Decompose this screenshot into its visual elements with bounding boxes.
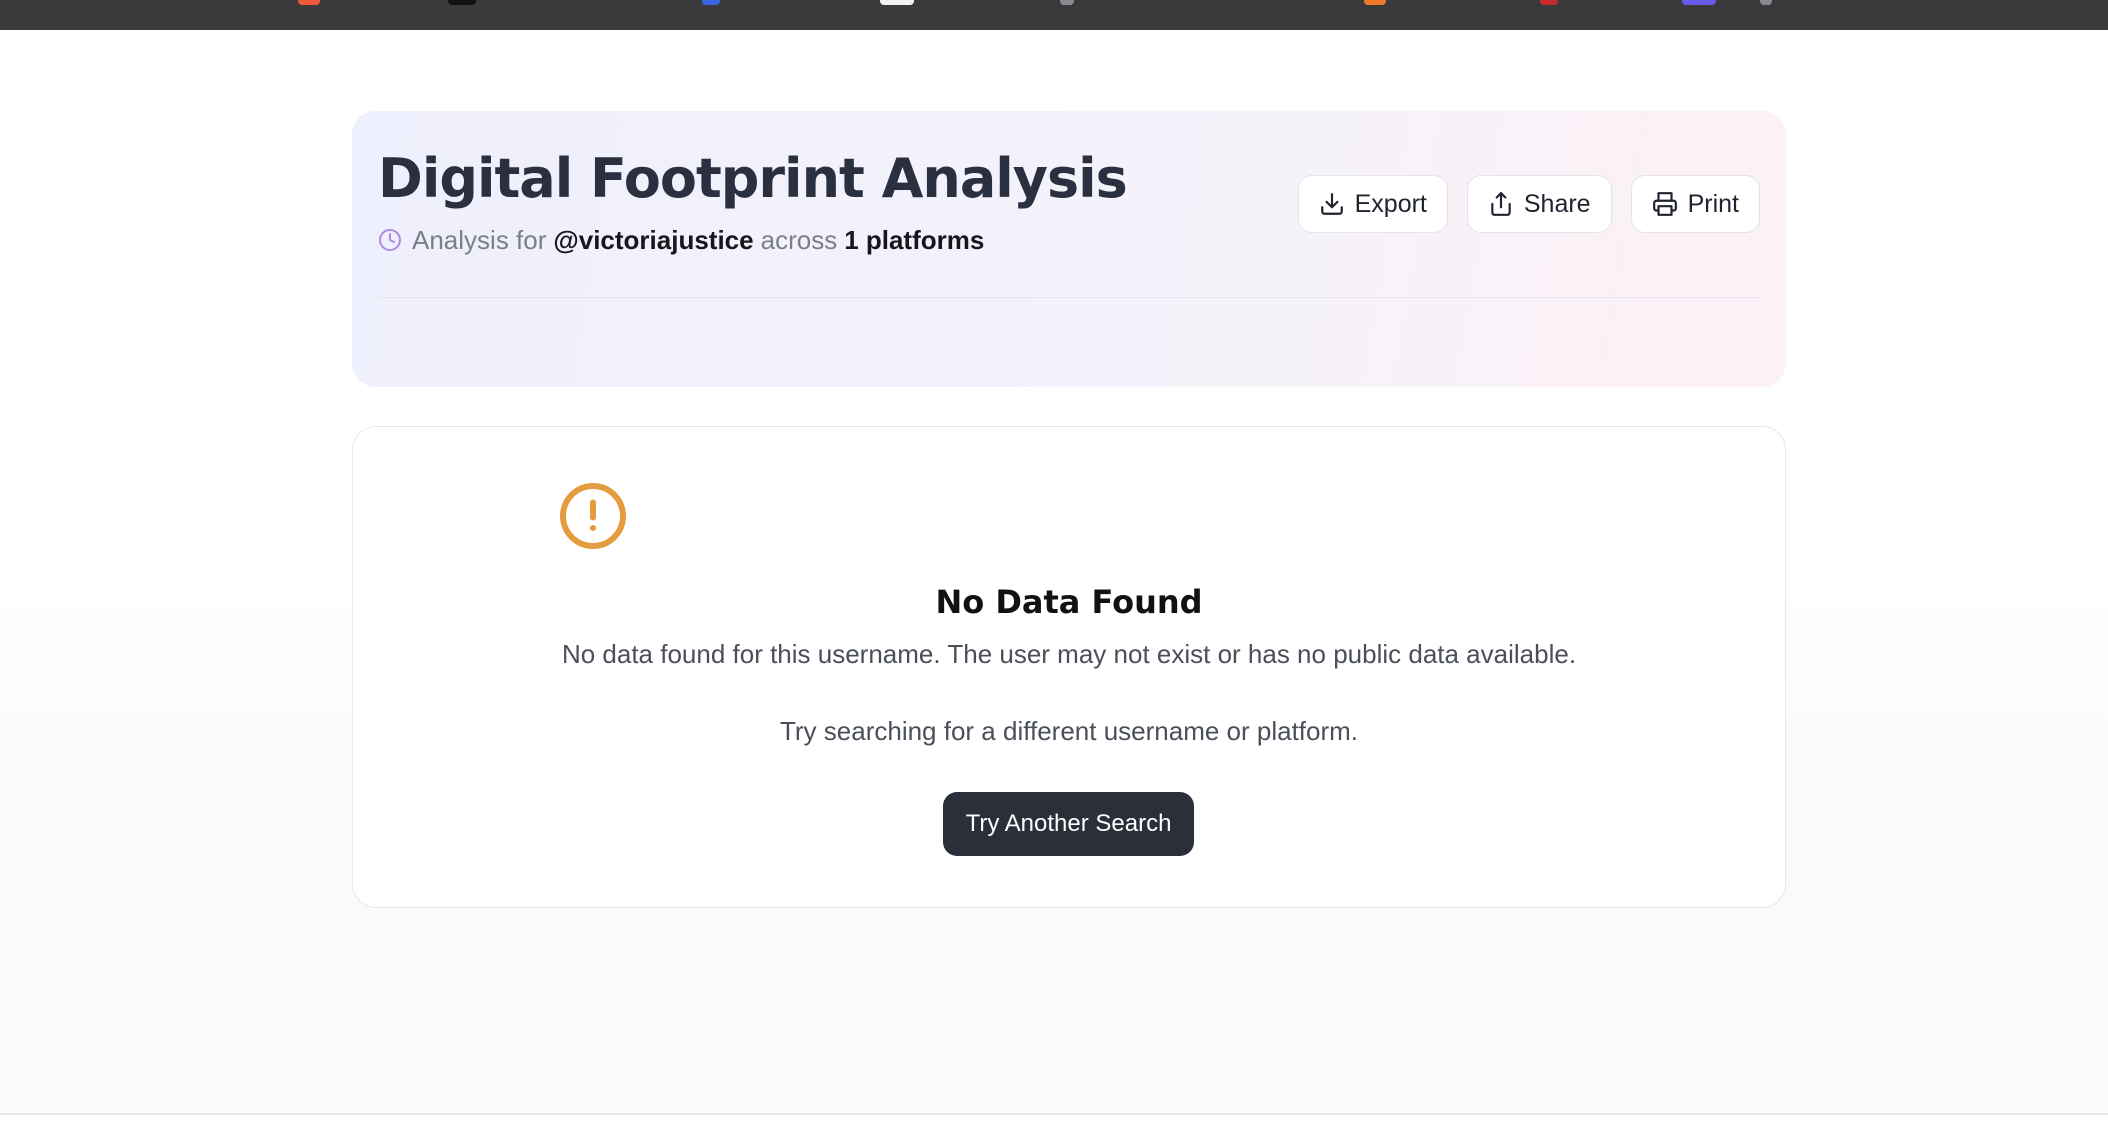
- search-hint: Try searching for a different username o…: [779, 716, 1359, 746]
- header-actions: Export Share Print: [1297, 175, 1760, 233]
- no-data-title: No Data Found: [935, 583, 1203, 621]
- subtitle-prefix: Analysis for: [412, 224, 547, 255]
- download-icon: [1320, 193, 1343, 215]
- printer-icon: [1652, 192, 1677, 216]
- share-label: Share: [1523, 189, 1591, 218]
- platform-count: 1 platforms: [844, 224, 985, 255]
- username-text: @victoriajustice: [553, 224, 754, 255]
- tab-favicon[interactable]: [880, 0, 914, 5]
- print-label: Print: [1687, 189, 1739, 218]
- no-data-card: No Data Found No data found for this use…: [352, 426, 1786, 908]
- print-button[interactable]: Print: [1630, 175, 1760, 233]
- share-icon: [1491, 192, 1511, 216]
- share-button[interactable]: Share: [1466, 175, 1612, 233]
- analysis-header-card: Digital Footprint Analysis Analysis for …: [352, 111, 1786, 387]
- export-button[interactable]: Export: [1297, 175, 1448, 233]
- page-content: Digital Footprint Analysis Analysis for …: [0, 30, 2108, 1113]
- page-title: Digital Footprint Analysis: [378, 147, 1128, 210]
- header-divider: [378, 297, 1760, 298]
- tab-favicon[interactable]: [1540, 0, 1558, 5]
- alert-circle-icon: [560, 483, 626, 549]
- tab-favicon[interactable]: [702, 0, 720, 5]
- no-data-message: No data found for this username. The use…: [561, 639, 1577, 669]
- tab-favicon[interactable]: [1682, 0, 1716, 5]
- tab-favicon[interactable]: [298, 0, 320, 5]
- subtitle-middle: across: [760, 224, 838, 255]
- export-label: Export: [1354, 189, 1427, 218]
- tab-favicon[interactable]: [448, 0, 476, 5]
- browser-top-bar: [0, 0, 2108, 30]
- tab-favicon[interactable]: [1760, 0, 1772, 5]
- try-another-search-button[interactable]: Try Another Search: [943, 792, 1194, 856]
- tab-favicon[interactable]: [1060, 0, 1074, 5]
- tab-favicon[interactable]: [1364, 0, 1386, 5]
- page-footer-strip: [0, 1115, 2108, 1126]
- analysis-subtitle: Analysis for @victoriajustice across 1 p…: [378, 223, 984, 257]
- clock-icon: [379, 229, 401, 251]
